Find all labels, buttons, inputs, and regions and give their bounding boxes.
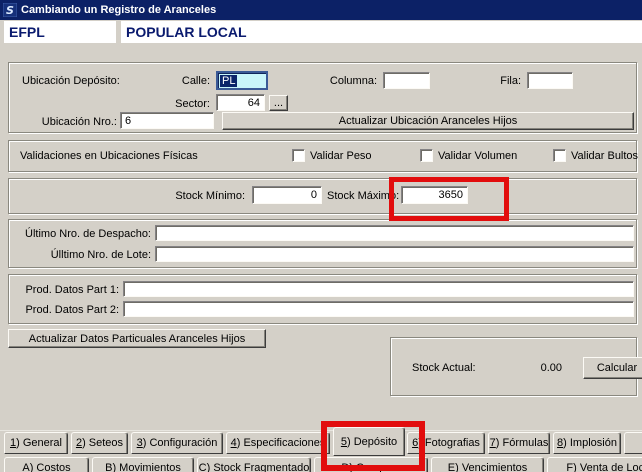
stock-minimo-label: Stock Mínimo: — [165, 190, 245, 203]
stock-actual-label: Stock Actual: — [412, 362, 476, 375]
tab-a-costos[interactable]: A) Costos — [4, 457, 89, 472]
tab-label: ) Vencimientos — [455, 462, 527, 472]
tab-e-vencimientos[interactable]: E) Vencimientos — [431, 457, 544, 472]
stock-groupbox — [8, 178, 637, 214]
tab-6-fotografias[interactable]: 6) Fotografias — [407, 432, 485, 454]
tab-8-implosion[interactable]: 8) Implosión — [553, 432, 621, 454]
window-title: Cambiando un Registro de Aranceles — [21, 4, 216, 16]
stock-maximo-label: Stock Máximo: — [327, 190, 397, 203]
stock-actual-value: 0.00 — [500, 362, 562, 374]
tab-f-venta-de-localidade[interactable]: F) Venta de Localidade — [547, 457, 642, 472]
stock-minimo-input[interactable] — [252, 186, 322, 204]
actualizar-datos-button[interactable]: Actualizar Datos Particuales Aranceles H… — [8, 329, 266, 348]
tab-label: ) Configuración — [143, 437, 218, 449]
tab-2-seteos[interactable]: 2) Seteos — [71, 432, 128, 454]
ubicacion-nro-label: Ubicación Nro.: — [27, 116, 117, 129]
ultimo-despacho-label: Último Nro. de Despacho: — [11, 228, 151, 241]
columna-input[interactable] — [383, 72, 430, 89]
prod-part2-label: Prod. Datos Part 2: — [19, 304, 119, 317]
tab-label: ) Movimientos — [112, 462, 180, 472]
ubicacion-title: Ubicación Depósito: — [22, 75, 120, 88]
ubicacion-nro-input[interactable] — [120, 112, 214, 129]
fila-input[interactable] — [527, 72, 573, 89]
tab-5-deposito[interactable]: 5) Depósito — [333, 427, 405, 456]
tab-label: ) Seteos — [82, 437, 123, 449]
ultimo-lote-input[interactable] — [155, 246, 634, 262]
tab-label: ) Costos — [30, 462, 71, 472]
sector-input[interactable] — [216, 94, 265, 111]
tab-accel: C — [199, 462, 207, 472]
stock-maximo-input[interactable] — [401, 186, 468, 204]
prod-part2-input[interactable] — [123, 301, 634, 317]
prod-part1-label: Prod. Datos Part 1: — [19, 284, 119, 297]
calle-input[interactable]: PL — [216, 71, 268, 90]
name-field: POPULAR LOCAL — [121, 21, 642, 43]
fila-label: Fila: — [481, 75, 521, 88]
calle-label: Calle: — [150, 75, 210, 88]
tab-accel: B — [105, 462, 112, 472]
tab-accel: D — [341, 462, 349, 472]
svg-text:S: S — [6, 4, 14, 17]
sector-browse-button[interactable]: ... — [269, 95, 288, 111]
tab-1-general[interactable]: 1) General — [4, 432, 68, 454]
tab-3-configuracion[interactable]: 3) Configuración — [131, 432, 223, 454]
tab-7-formulas[interactable]: 7) Fórmulas — [488, 432, 550, 454]
tab-b-movimientos[interactable]: B) Movimientos — [92, 457, 194, 472]
tab-4-especificaciones[interactable]: 4) Especificaciones — [226, 432, 330, 454]
tab-c-stock-fragmentado[interactable]: C) Stock Fragmentado — [197, 457, 311, 472]
tab-label: ) General — [16, 437, 62, 449]
title-bar: S Cambiando un Registro de Aranceles — [0, 0, 642, 20]
validar-bultos-checkbox[interactable] — [553, 149, 566, 162]
tab-label: ) Fórmulas — [496, 437, 549, 449]
tabstrip-edge — [0, 430, 642, 431]
validar-peso-checkbox[interactable] — [292, 149, 305, 162]
tab-label: ) Implosión — [563, 437, 617, 449]
dialog-window: S Cambiando un Registro de Aranceles EFP… — [0, 0, 642, 472]
tab-accel: F — [566, 462, 573, 472]
validar-volumen-label: Validar Volumen — [438, 150, 517, 163]
columna-label: Columna: — [317, 75, 377, 88]
tab-accel: A — [22, 462, 29, 472]
code-field[interactable]: EFPL — [4, 21, 116, 43]
validar-bultos-label: Validar Bultos — [571, 150, 638, 163]
sector-label: Sector: — [150, 98, 210, 111]
calcular-button[interactable]: Calcular — [583, 357, 642, 379]
ultimo-despacho-input[interactable] — [155, 225, 634, 241]
actualizar-ubicacion-button[interactable]: Actualizar Ubicación Aranceles Hijos — [222, 112, 634, 130]
ultimo-lote-label: Úlltimo Nro. de Lote: — [11, 249, 151, 262]
tab-label: ) Depósito — [347, 436, 397, 448]
tab-label: ) Venta de Localidade — [573, 462, 642, 472]
prod-part1-input[interactable] — [123, 281, 634, 297]
tab-d-compras[interactable]: D) Compras — [314, 457, 428, 472]
validaciones-title: Validaciones en Ubicaciones Físicas — [20, 150, 198, 163]
tab-label: ) Stock Fragmentado — [207, 462, 310, 472]
tab-label: ) Compras — [349, 462, 400, 472]
tab-accel: E — [448, 462, 455, 472]
tab-label: ) Especificaciones — [237, 437, 326, 449]
validar-peso-label: Validar Peso — [310, 150, 372, 163]
validar-volumen-checkbox[interactable] — [420, 149, 433, 162]
calle-selected-text: PL — [220, 75, 237, 87]
tab-label: ) Fotografias — [418, 437, 480, 449]
app-icon: S — [3, 3, 17, 17]
tab-9-pr[interactable]: 9) Pr — [624, 432, 642, 454]
